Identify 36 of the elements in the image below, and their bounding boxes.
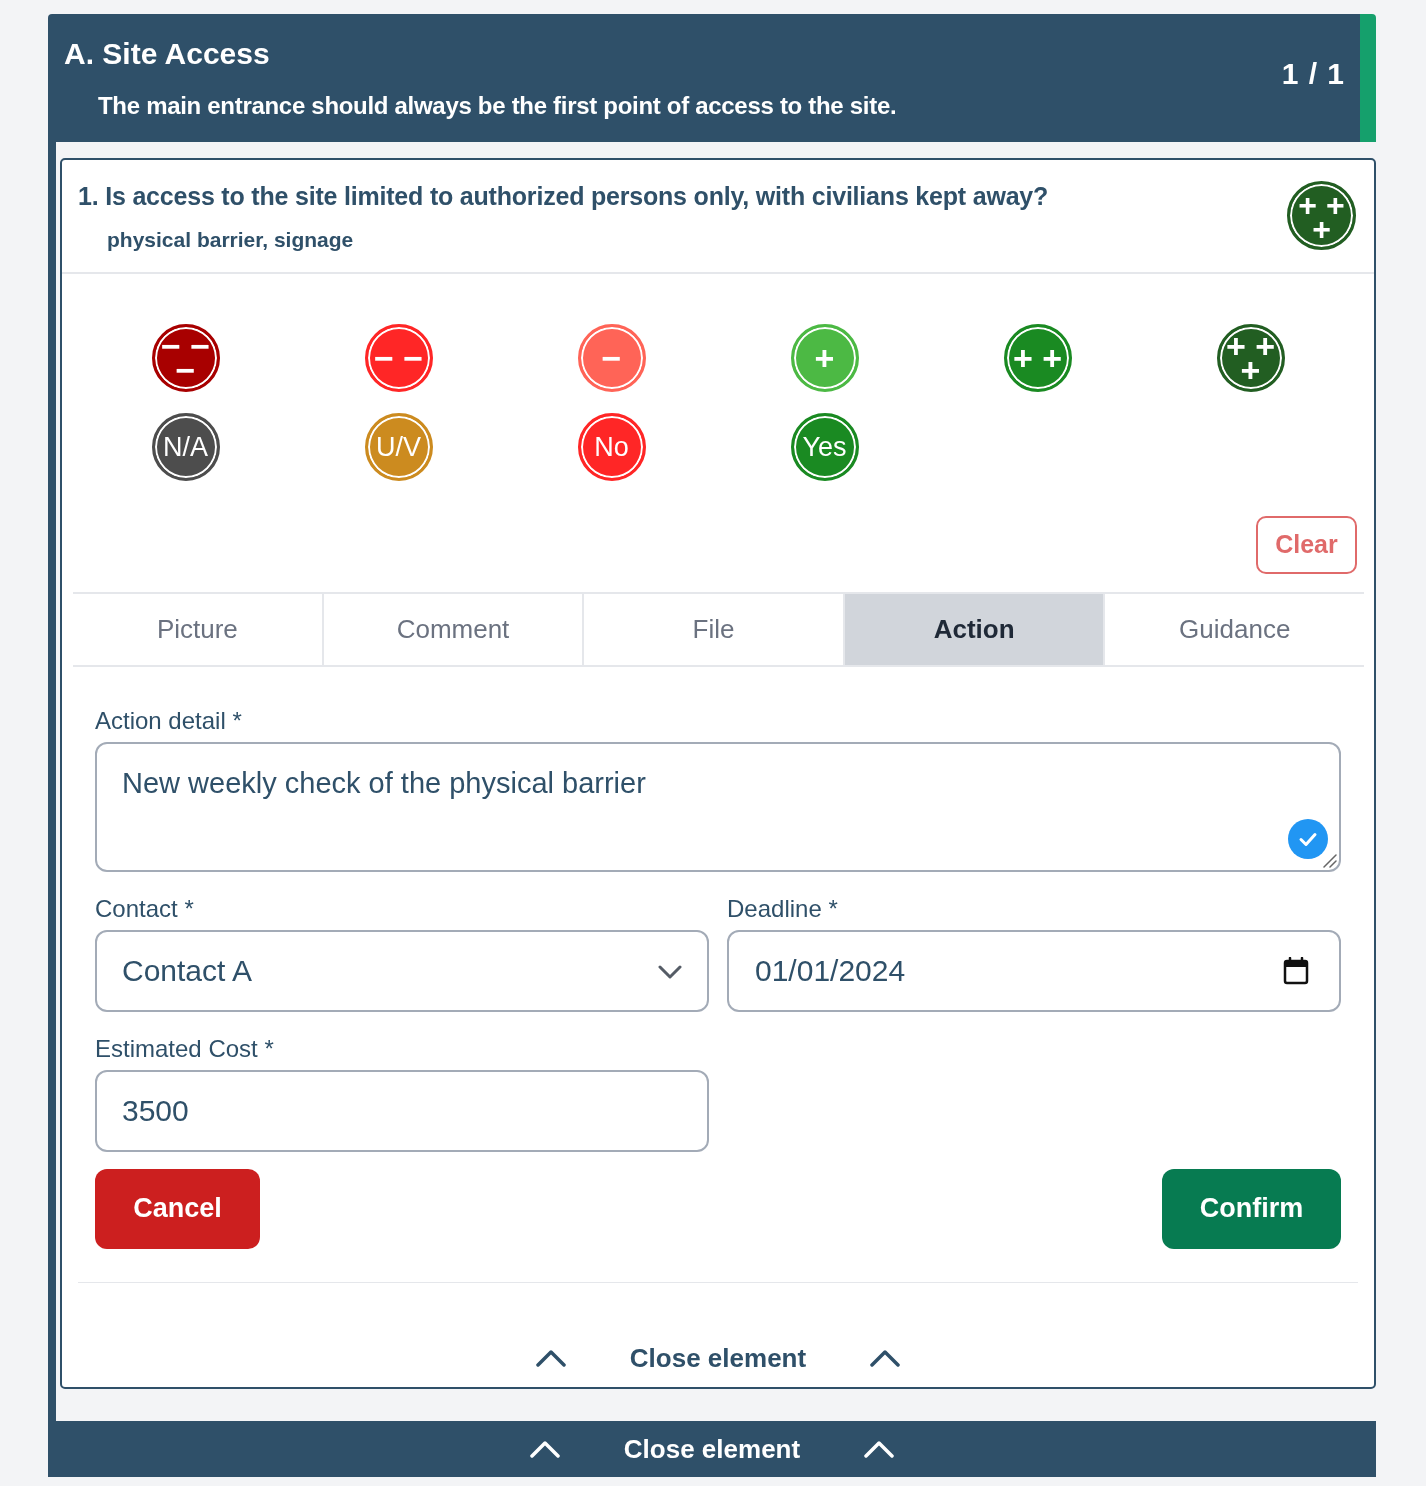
chevron-up-icon: [864, 1440, 895, 1458]
clear-button[interactable]: Clear: [1256, 515, 1357, 574]
answer-option-button[interactable]: − −: [364, 323, 433, 392]
tab[interactable]: Action: [842, 593, 1104, 665]
answer-option-button[interactable]: Yes: [790, 412, 859, 481]
answer-option-button[interactable]: − − −: [151, 323, 220, 392]
answer-option-button[interactable]: U/V: [364, 412, 433, 481]
close-section-button[interactable]: Close element: [48, 1421, 1376, 1477]
close-element-button[interactable]: Close element: [535, 1330, 901, 1386]
answer-option-button[interactable]: + +: [1003, 323, 1072, 392]
question-hint: physical barrier, signage: [107, 227, 355, 253]
action-detail-field[interactable]: New weekly check of the physical barrier: [95, 741, 1341, 872]
chevron-up-icon: [535, 1349, 566, 1367]
answer-option-button[interactable]: No: [577, 412, 646, 481]
field-label: Contact *: [95, 893, 195, 924]
chevron-down-icon: [658, 964, 682, 979]
contact-select[interactable]: Contact A: [95, 929, 709, 1012]
section-description: The main entrance should always be the first point of access to the site.: [98, 92, 897, 120]
question-title: 1. Is access to the site limited to authorized persons only, with civilians kept away?: [78, 181, 1049, 212]
chevron-up-icon: [870, 1349, 901, 1367]
confirm-button[interactable]: Confirm: [1162, 1168, 1341, 1249]
answer-option-button[interactable]: −: [577, 323, 646, 392]
field-label: Deadline *: [727, 893, 839, 924]
answer-option-button[interactable]: N/A: [151, 412, 220, 481]
question-counter: 1 / 1: [1281, 56, 1345, 92]
section-title: A. Site Access: [64, 36, 271, 72]
calendar-icon[interactable]: [1283, 956, 1309, 985]
cancel-button[interactable]: Cancel: [95, 1168, 260, 1249]
field-label: Estimated Cost *: [95, 1033, 275, 1064]
estimated-cost-field[interactable]: 3500: [95, 1069, 709, 1152]
chevron-up-icon: [529, 1440, 560, 1458]
selected-answer-badge: + + +: [1287, 181, 1356, 250]
resize-handle-icon[interactable]: [1323, 853, 1337, 868]
deadline-field[interactable]: 01/01/2024: [727, 929, 1341, 1012]
answer-option-button[interactable]: + + +: [1216, 323, 1285, 392]
field-label: Action detail *: [95, 705, 243, 736]
